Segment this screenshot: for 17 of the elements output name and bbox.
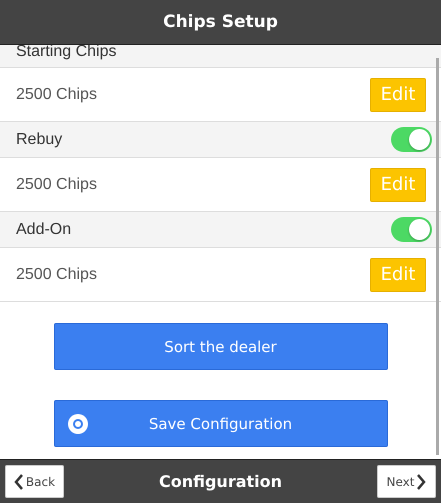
sort-dealer-button[interactable]: Sort the dealer <box>54 323 388 370</box>
chevron-right-icon <box>416 472 426 490</box>
chip-value: 2500 Chips <box>16 86 97 104</box>
scrollbar[interactable] <box>436 58 439 455</box>
chip-value: 2500 Chips <box>16 266 97 284</box>
next-button[interactable]: Next <box>377 465 436 498</box>
chevron-left-icon <box>14 472 24 490</box>
screen-title: Chips Setup <box>163 12 278 32</box>
toggle-switch[interactable] <box>391 127 432 152</box>
disc-icon <box>68 414 88 434</box>
toggle-switch[interactable] <box>391 217 432 242</box>
back-button[interactable]: Back <box>5 465 64 498</box>
footer-title: Configuration <box>158 472 282 491</box>
chip-value: 2500 Chips <box>16 176 97 194</box>
section-label: Add-On <box>16 222 72 238</box>
section-label: Rebuy <box>16 132 62 148</box>
save-button[interactable]: Save Configuration <box>54 400 388 447</box>
